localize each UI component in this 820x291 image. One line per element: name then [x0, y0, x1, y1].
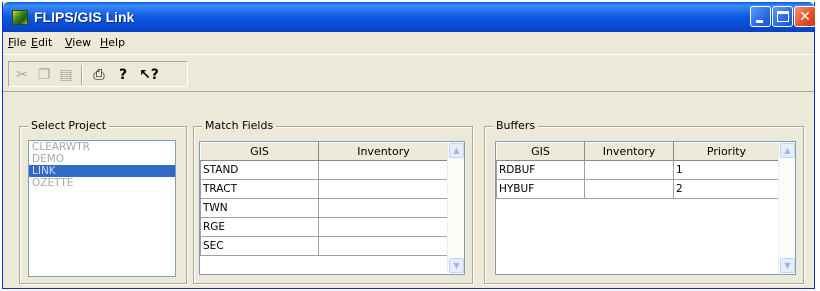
app-icon: [12, 10, 28, 25]
window-title: FLIPS/GIS Link: [34, 9, 135, 25]
select-project-group: Select Project CLEARWTR DEMO LINK OZETTE: [19, 119, 187, 284]
scroll-up-icon[interactable]: ▲: [780, 143, 795, 158]
main-window: FLIPS/GIS Link ✕ File Edit View Help ✂ ❐…: [2, 2, 816, 289]
print-icon[interactable]: ⎙: [89, 65, 109, 85]
buffers-grid[interactable]: GIS Inventory Priority RDBUF 1 HYBUF 2 ▲ ▼: [495, 141, 796, 275]
toolbar-separator: [81, 65, 83, 85]
table-cell[interactable]: 1: [673, 160, 780, 180]
paste-icon[interactable]: ▤: [56, 65, 76, 85]
list-item[interactable]: DEMO: [29, 153, 175, 165]
buffers-table: GIS Inventory Priority RDBUF 1 HYBUF 2: [496, 142, 780, 199]
menu-bar: File Edit View Help: [3, 32, 814, 54]
column-header[interactable]: Inventory: [318, 142, 449, 161]
table-row: RDBUF 1: [496, 160, 780, 180]
table-row: TWN: [200, 198, 449, 218]
table-cell[interactable]: RDBUF: [496, 160, 585, 180]
menu-edit[interactable]: Edit: [31, 36, 52, 49]
table-cell[interactable]: TWN: [200, 198, 319, 218]
table-cell[interactable]: TRACT: [200, 179, 319, 199]
table-cell[interactable]: [318, 179, 449, 199]
table-row: SEC: [200, 236, 449, 256]
table-cell[interactable]: [318, 198, 449, 218]
table-cell[interactable]: STAND: [200, 160, 319, 180]
match-fields-grid[interactable]: GIS Inventory STAND TRACT TWN RGE SEC ▲ ▼: [199, 141, 465, 275]
maximize-button[interactable]: [772, 6, 793, 27]
column-header[interactable]: GIS: [200, 142, 319, 161]
list-item[interactable]: CLEARWTR: [29, 141, 175, 153]
match-fields-group: Match Fields GIS Inventory STAND TRACT TWN R…: [193, 119, 473, 284]
table-cell[interactable]: [584, 160, 674, 180]
menu-help[interactable]: Help: [100, 36, 125, 49]
match-fields-table: GIS Inventory STAND TRACT TWN RGE SEC: [200, 142, 449, 256]
match-fields-label: Match Fields: [202, 119, 277, 132]
table-row: RGE: [200, 217, 449, 237]
buffers-group: Buffers GIS Inventory Priority RDBUF 1 HYBUF…: [484, 119, 804, 284]
help-icon[interactable]: ?: [113, 65, 133, 85]
table-row: STAND: [200, 160, 449, 180]
toolbar-group: ✂ ❐ ▤ ⎙ ? ↖?: [8, 61, 188, 87]
minimize-icon: [756, 20, 763, 23]
buffers-scrollbar[interactable]: ▲ ▼: [778, 142, 795, 274]
match-fields-scrollbar[interactable]: ▲ ▼: [447, 142, 464, 274]
context-help-icon[interactable]: ↖?: [135, 65, 163, 85]
table-cell[interactable]: [318, 160, 449, 180]
column-header[interactable]: Inventory: [584, 142, 674, 161]
scroll-up-icon[interactable]: ▲: [449, 143, 464, 158]
table-cell[interactable]: [584, 179, 674, 199]
close-button[interactable]: ✕: [794, 6, 816, 27]
match-fields-body: STAND TRACT TWN RGE SEC: [200, 160, 449, 256]
table-cell[interactable]: [318, 236, 449, 256]
list-item[interactable]: OZETTE: [29, 177, 175, 189]
table-row: HYBUF 2: [496, 179, 780, 199]
title-bar[interactable]: FLIPS/GIS Link ✕: [3, 2, 816, 32]
minimize-button[interactable]: [750, 6, 771, 27]
maximize-icon: [777, 11, 789, 22]
table-cell[interactable]: 2: [673, 179, 780, 199]
table-cell[interactable]: SEC: [200, 236, 319, 256]
table-cell[interactable]: RGE: [200, 217, 319, 237]
toolbar: ✂ ❐ ▤ ⎙ ? ↖?: [3, 54, 814, 92]
table-row: TRACT: [200, 179, 449, 199]
buffers-label: Buffers: [493, 119, 539, 132]
select-project-label: Select Project: [28, 119, 110, 132]
menu-view[interactable]: View: [65, 36, 91, 49]
project-list: CLEARWTR DEMO LINK OZETTE: [29, 141, 175, 189]
cut-icon[interactable]: ✂: [12, 65, 32, 85]
project-listbox[interactable]: CLEARWTR DEMO LINK OZETTE: [28, 140, 176, 277]
table-cell[interactable]: HYBUF: [496, 179, 585, 199]
scroll-down-icon[interactable]: ▼: [449, 258, 464, 273]
table-cell[interactable]: [318, 217, 449, 237]
buffers-header-row: GIS Inventory Priority: [496, 142, 780, 161]
menu-file[interactable]: File: [8, 36, 26, 49]
close-icon: ✕: [799, 9, 811, 25]
buffers-body: RDBUF 1 HYBUF 2: [496, 160, 780, 199]
match-fields-header-row: GIS Inventory: [200, 142, 449, 161]
copy-icon[interactable]: ❐: [34, 65, 54, 85]
list-item[interactable]: LINK: [29, 165, 175, 177]
scroll-down-icon[interactable]: ▼: [780, 258, 795, 273]
column-header[interactable]: Priority: [673, 142, 780, 161]
column-header[interactable]: GIS: [496, 142, 585, 161]
